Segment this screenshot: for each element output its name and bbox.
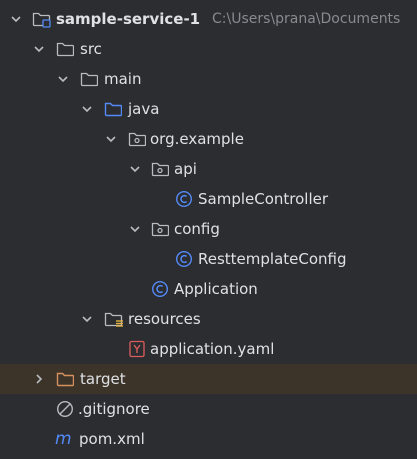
tree-item-label: api — [174, 160, 197, 178]
tree-row-pom[interactable]: m pom.xml — [0, 424, 417, 454]
tree-item-label: main — [104, 70, 142, 88]
java-class-icon — [175, 244, 193, 274]
tree-item-label: java — [128, 100, 160, 118]
tree-item-label: config — [174, 220, 220, 238]
tree-row-resttemplate-config[interactable]: ResttemplateConfig — [0, 244, 417, 274]
project-path: C:\Users\prana\Documents — [212, 11, 401, 27]
chevron-down-icon[interactable] — [33, 34, 45, 64]
gitignore-icon — [56, 394, 74, 424]
tree-row-sample-controller[interactable]: SampleController — [0, 184, 417, 214]
folder-icon — [56, 34, 74, 64]
tree-row-package-org-example[interactable]: org.example — [0, 124, 417, 154]
chevron-down-icon[interactable] — [129, 214, 141, 244]
tree-row-project[interactable]: sample-service-1 C:\Users\prana\Document… — [0, 4, 417, 34]
tree-row-main[interactable]: main — [0, 64, 417, 94]
svg-text:m: m — [55, 430, 72, 448]
module-folder-icon — [32, 4, 51, 34]
tree-item-label: Application — [174, 280, 258, 298]
java-class-icon — [175, 184, 193, 214]
chevron-down-icon[interactable] — [129, 154, 141, 184]
yaml-file-icon — [128, 334, 146, 364]
tree-row-application[interactable]: Application — [0, 274, 417, 304]
excluded-folder-icon — [56, 364, 74, 394]
java-class-icon — [151, 274, 169, 304]
tree-item-label: resources — [128, 310, 201, 328]
tree-item-label: pom.xml — [79, 430, 145, 448]
tree-row-java[interactable]: java — [0, 94, 417, 124]
tree-item-label: org.example — [150, 130, 244, 148]
project-tree: sample-service-1 C:\Users\prana\Document… — [0, 0, 417, 459]
source-root-folder-icon — [104, 94, 122, 124]
tree-item-label: .gitignore — [78, 400, 150, 418]
resources-root-folder-icon — [104, 304, 123, 334]
tree-row-application-yaml[interactable]: application.yaml — [0, 334, 417, 364]
chevron-down-icon[interactable] — [10, 4, 22, 34]
chevron-down-icon[interactable] — [81, 304, 93, 334]
tree-item-label: SampleController — [198, 190, 329, 208]
tree-row-package-api[interactable]: api — [0, 154, 417, 184]
chevron-down-icon[interactable] — [57, 64, 69, 94]
tree-row-resources[interactable]: resources — [0, 304, 417, 334]
chevron-down-icon[interactable] — [105, 124, 117, 154]
tree-row-target[interactable]: target — [0, 364, 417, 394]
chevron-down-icon[interactable] — [81, 94, 93, 124]
tree-row-package-config[interactable]: config — [0, 214, 417, 244]
project-name: sample-service-1 — [56, 10, 201, 28]
package-folder-icon — [151, 214, 169, 244]
maven-icon: m — [55, 424, 73, 454]
chevron-right-icon[interactable] — [33, 364, 45, 394]
package-folder-icon — [151, 154, 169, 184]
tree-item-label: ResttemplateConfig — [198, 250, 347, 268]
tree-item-label: target — [80, 370, 126, 388]
folder-icon — [80, 64, 98, 94]
tree-row-gitignore[interactable]: .gitignore — [0, 394, 417, 424]
tree-row-src[interactable]: src — [0, 34, 417, 64]
package-folder-icon — [128, 124, 146, 154]
tree-item-label: application.yaml — [150, 340, 275, 358]
tree-item-label: src — [80, 40, 102, 58]
